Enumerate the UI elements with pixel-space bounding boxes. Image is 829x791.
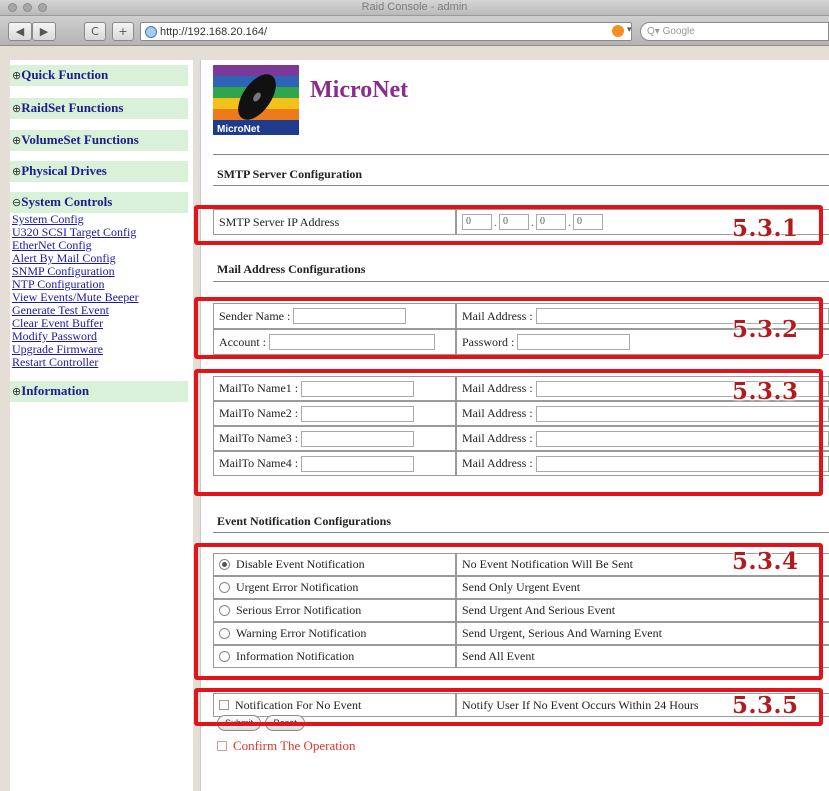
annotation-box xyxy=(194,297,823,359)
browser-toolbar: ◀ ▶ C + http://192.168.20.164/ ▾ Q▾ Goog… xyxy=(0,16,829,46)
chevron-down-icon[interactable]: ▾ xyxy=(627,24,632,35)
annotation-label: 5.3.1 xyxy=(732,215,799,242)
sidebar-item-label: RaidSet Functions xyxy=(21,100,124,115)
address-bar[interactable]: http://192.168.20.164/ xyxy=(140,22,632,41)
annotation-box xyxy=(194,205,823,245)
globe-icon xyxy=(145,25,157,38)
sidebar-item-label: System Controls xyxy=(21,194,113,209)
sidebar-link-restart-controller[interactable]: Restart Controller xyxy=(10,356,193,369)
confirm-operation[interactable]: Confirm The Operation xyxy=(217,738,356,754)
micronet-logo: MicroNet xyxy=(213,65,299,135)
expand-icon: ⊕ xyxy=(12,135,22,147)
smtp-section-title: SMTP Server Configuration xyxy=(217,167,363,181)
brand-name: MicroNet xyxy=(310,77,409,103)
add-bookmark-button[interactable]: + xyxy=(112,22,134,41)
sidebar-item-label: VolumeSet Functions xyxy=(21,132,139,147)
confirm-checkbox[interactable] xyxy=(217,741,227,751)
expand-icon: ⊕ xyxy=(12,386,22,398)
annotation-box xyxy=(194,688,823,726)
annotation-label: 5.3.3 xyxy=(732,378,799,405)
sidebar-item-raidset[interactable]: ⊕RaidSet Functions xyxy=(10,98,188,119)
collapse-icon: ⊖ xyxy=(12,197,22,209)
expand-icon: ⊕ xyxy=(12,166,22,178)
divider xyxy=(213,281,829,282)
confirm-label: Confirm The Operation xyxy=(233,738,356,753)
back-button[interactable]: ◀ xyxy=(8,22,32,41)
annotation-box xyxy=(194,369,823,496)
logo-caption: MicroNet xyxy=(217,124,260,135)
forward-button[interactable]: ▶ xyxy=(32,22,56,41)
reload-button[interactable]: C xyxy=(84,22,106,41)
sidebar-item-quick-function[interactable]: ⊕Quick Function xyxy=(10,65,188,86)
window-titlebar: Raid Console - admin xyxy=(0,0,829,16)
annotation-box xyxy=(194,543,823,680)
sidebar-item-label: Physical Drives xyxy=(21,163,107,178)
sidebar-item-label: Information xyxy=(21,383,90,398)
expand-icon: ⊕ xyxy=(12,70,22,82)
expand-icon: ⊕ xyxy=(12,103,22,115)
sidebar-item-label: Quick Function xyxy=(21,67,109,82)
rss-icon[interactable] xyxy=(612,25,624,37)
sidebar-item-physical-drives[interactable]: ⊕Physical Drives xyxy=(10,161,188,182)
sidebar: ⊕Quick Function ⊕RaidSet Functions ⊕Volu… xyxy=(10,60,193,791)
annotation-label: 5.3.4 xyxy=(732,548,799,575)
divider xyxy=(213,185,829,186)
window-title: Raid Console - admin xyxy=(361,1,468,13)
sidebar-item-volumeset[interactable]: ⊕VolumeSet Functions xyxy=(10,130,188,151)
annotation-label: 5.3.5 xyxy=(732,692,799,719)
sidebar-item-system-controls[interactable]: ⊖System Controls xyxy=(10,192,188,213)
mail-section-title: Mail Address Configurations xyxy=(217,262,366,276)
event-section-title: Event Notification Configurations xyxy=(217,514,391,528)
divider xyxy=(213,154,829,155)
annotation-label: 5.3.2 xyxy=(732,316,799,343)
sidebar-item-information[interactable]: ⊕Information xyxy=(10,381,188,402)
divider xyxy=(213,532,829,533)
url-text: http://192.168.20.164/ xyxy=(160,25,268,38)
search-input[interactable]: Q▾ Google xyxy=(640,22,829,41)
